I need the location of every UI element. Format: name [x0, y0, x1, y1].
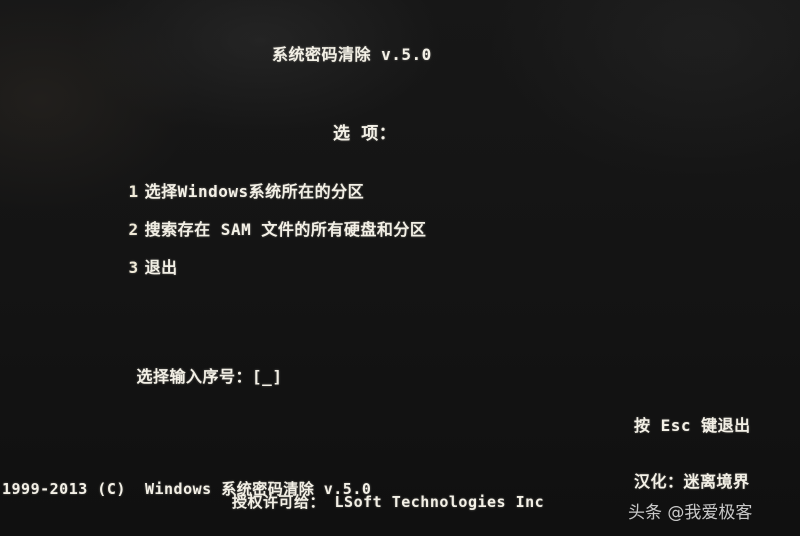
- selection-input[interactable]: [_]: [252, 367, 282, 386]
- selection-prompt-label: 选择输入序号：: [136, 367, 253, 386]
- watermark: 头条 @我爱极客: [628, 503, 753, 523]
- menu-option-number: 2: [128, 220, 139, 239]
- translator-credit: 汉化：迷离境界: [634, 472, 750, 491]
- menu-option-label: 选择Windows系统所在的分区: [144, 182, 365, 201]
- license-line: 授权许可给： LSoft Technologies Inc: [232, 493, 545, 511]
- selection-prompt: 选择输入序号：[_]: [96, 347, 282, 407]
- menu-option-exit[interactable]: 3 退出: [88, 238, 178, 298]
- menu-option-number: 1: [128, 182, 139, 201]
- options-heading: 选 项：: [333, 124, 397, 144]
- menu-option-number: 3: [128, 258, 139, 277]
- menu-option-label: 退出: [144, 258, 178, 277]
- dos-screen: 系统密码清除 v.5.0 选 项： 1 选择Windows系统所在的分区 2 搜索存…: [0, 0, 800, 536]
- esc-exit-hint: 按 Esc 键退出: [634, 416, 751, 435]
- app-title: 系统密码清除 v.5.0: [272, 45, 432, 64]
- menu-option-label: 搜索存在 SAM 文件的所有硬盘和分区: [144, 220, 427, 239]
